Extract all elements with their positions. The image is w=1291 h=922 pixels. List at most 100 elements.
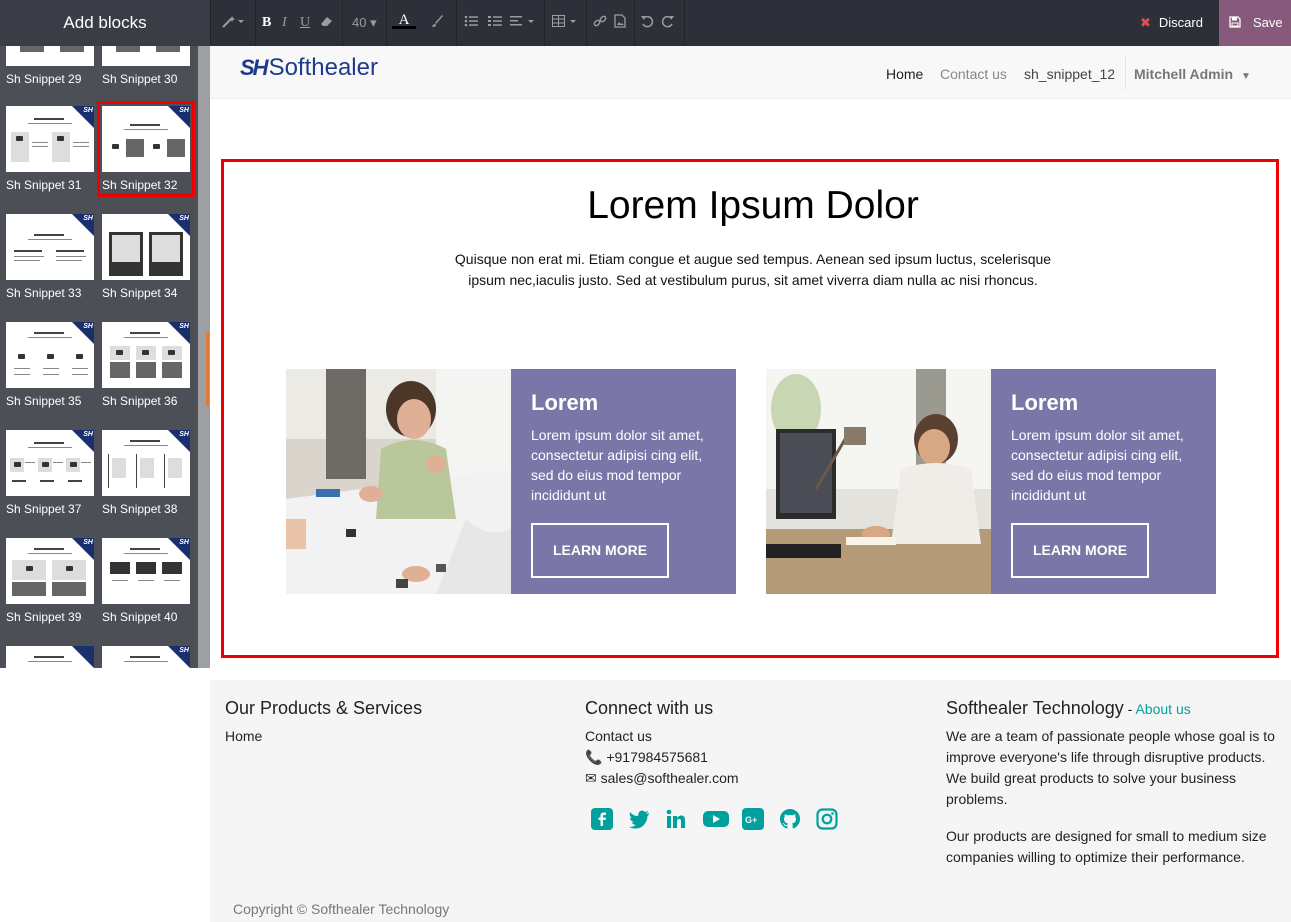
snippet-label: Sh Snippet 38 <box>102 502 178 516</box>
instagram-icon[interactable] <box>816 808 838 830</box>
snippet-label: Sh Snippet 34 <box>102 286 178 300</box>
nav-snippet-link[interactable]: sh_snippet_12 <box>1024 66 1115 82</box>
font-color-icon[interactable]: A <box>392 11 416 29</box>
envelope-icon: ✉ <box>585 770 597 786</box>
highlight-icon[interactable] <box>430 14 444 32</box>
site-logo[interactable]: SH Softhealer <box>240 54 378 82</box>
snippet-label: Sh Snippet 37 <box>6 502 82 516</box>
svg-text:G+: G+ <box>745 815 757 825</box>
footer-about-link[interactable]: About us <box>1135 701 1190 717</box>
snippet-label: Sh Snippet 40 <box>102 610 178 624</box>
blocks-sidebar: Add blocks Sh Snippet 29 Sh Snippet 30 S… <box>0 0 210 922</box>
snippet-thumbnail <box>102 46 190 66</box>
align-icon[interactable] <box>510 14 536 32</box>
table-icon[interactable] <box>552 14 578 32</box>
snippet-label: Sh Snippet 30 <box>102 72 178 86</box>
snippet-thumbnail: SH <box>6 430 94 496</box>
selected-snippet-block[interactable]: Lorem Ipsum Dolor Quisque non erat mi. E… <box>221 159 1279 658</box>
card-panel: Lorem Lorem ipsum dolor sit amet, consec… <box>511 369 736 594</box>
image-icon[interactable] <box>614 14 626 32</box>
snippet-thumbnail: SH <box>6 322 94 388</box>
snippet-label: Sh Snippet 31 <box>6 178 82 192</box>
snippet-item[interactable]: Sh Snippet 29 <box>6 46 94 86</box>
snippet-item-selected[interactable]: SH Sh Snippet 32 <box>97 101 195 197</box>
snippet-item[interactable]: SH Sh Snippet 37 <box>6 430 94 516</box>
footer-products-title: Our Products & Services <box>225 698 423 718</box>
card-text[interactable]: Lorem ipsum dolor sit amet, consectetur … <box>1011 425 1196 505</box>
snippet-thumbnail <box>6 46 94 66</box>
card-title[interactable]: Lorem <box>1011 390 1196 416</box>
snippet-item[interactable]: Sh Snippet 30 <box>102 46 190 86</box>
snippet-description[interactable]: Quisque non erat mi. Etiam congue et aug… <box>444 249 1062 291</box>
snippet-thumbnail: SH <box>6 106 94 172</box>
footer-about-text: We are a team of passionate people whose… <box>946 728 1275 807</box>
font-size-dropdown[interactable]: 40 ▾ <box>352 14 377 32</box>
card-image-meeting[interactable] <box>286 369 511 594</box>
logo-text: Softhealer <box>268 54 378 81</box>
snippet-label: Sh Snippet 33 <box>6 286 82 300</box>
learn-more-button[interactable]: LEARN MORE <box>531 523 669 578</box>
linkedin-icon[interactable] <box>665 808 687 830</box>
snippet-item[interactable]: SH Sh Snippet 38 <box>102 430 190 516</box>
snippet-item[interactable]: SH Sh Snippet 31 <box>6 106 94 192</box>
snippet-item[interactable]: SH Sh Snippet 39 <box>6 538 94 624</box>
copyright: Copyright © Softhealer Technology <box>233 901 450 917</box>
site-navbar: SH Softhealer Home Contact us sh_snippet… <box>210 46 1291 99</box>
snippet-thumbnail: SH <box>102 430 190 496</box>
snippet-thumbnail <box>6 646 94 668</box>
google-plus-icon[interactable]: G+ <box>742 808 764 830</box>
facebook-icon[interactable] <box>591 808 613 830</box>
footer-email[interactable]: ✉ sales@softhealer.com <box>585 768 739 789</box>
link-icon[interactable] <box>593 14 607 32</box>
close-icon: ✖ <box>1140 15 1151 30</box>
bold-icon[interactable]: B <box>262 14 271 32</box>
footer-connect-title: Connect with us <box>585 698 714 718</box>
phone-icon: 📞 <box>585 749 603 765</box>
snippet-item[interactable]: SH Sh Snippet 35 <box>6 322 94 408</box>
italic-icon[interactable]: I <box>282 14 287 32</box>
nav-contact-link[interactable]: Contact us <box>940 66 1007 82</box>
numbered-list-icon[interactable] <box>488 14 502 32</box>
learn-more-button[interactable]: LEARN MORE <box>1011 523 1149 578</box>
footer-company-title: Softhealer Technology - About us <box>946 698 1191 718</box>
github-icon[interactable] <box>779 808 801 830</box>
snippet-item[interactable] <box>6 646 94 668</box>
card-title[interactable]: Lorem <box>531 390 716 416</box>
card-text[interactable]: Lorem ipsum dolor sit amet, consectetur … <box>531 425 716 505</box>
snippet-thumbnail: SH <box>102 322 190 388</box>
footer-products-text: Our products are designed for small to m… <box>946 828 1267 865</box>
snippet-item[interactable]: SH <box>102 646 190 668</box>
discard-button[interactable]: ✖ Discard <box>1128 0 1219 46</box>
card: Lorem Lorem ipsum dolor sit amet, consec… <box>286 369 736 594</box>
nav-home-link[interactable]: Home <box>886 66 923 82</box>
snippet-label: Sh Snippet 35 <box>6 394 82 408</box>
footer-home-link[interactable]: Home <box>225 726 262 747</box>
card-panel: Lorem Lorem ipsum dolor sit amet, consec… <box>991 369 1216 594</box>
snippet-list[interactable]: Sh Snippet 29 Sh Snippet 30 SH Sh Snippe… <box>0 46 198 668</box>
snippet-thumbnail: SH <box>6 538 94 604</box>
caret-down-icon: ▼ <box>1240 71 1251 82</box>
snippet-item[interactable]: SH Sh Snippet 33 <box>6 214 94 300</box>
save-button[interactable]: Save <box>1219 0 1291 46</box>
snippet-item[interactable]: SH Sh Snippet 36 <box>102 322 190 408</box>
snippet-title[interactable]: Lorem Ipsum Dolor <box>224 184 1282 228</box>
snippet-thumbnail: SH <box>102 646 190 668</box>
eraser-icon[interactable] <box>320 14 334 32</box>
youtube-icon[interactable] <box>703 808 729 830</box>
footer-contact-link[interactable]: Contact us <box>585 726 652 747</box>
magic-wand-icon[interactable] <box>222 14 244 32</box>
snippet-label: Sh Snippet 39 <box>6 610 82 624</box>
snippet-thumbnail: SH <box>6 214 94 280</box>
snippet-item[interactable]: SH Sh Snippet 40 <box>102 538 190 624</box>
sidebar-scroll-thumb[interactable] <box>206 332 209 406</box>
bullet-list-icon[interactable] <box>464 14 478 32</box>
snippet-item[interactable]: SH Sh Snippet 34 <box>102 214 190 300</box>
underline-icon[interactable]: U <box>300 14 310 32</box>
undo-icon[interactable] <box>640 14 654 32</box>
card-image-office[interactable] <box>766 369 991 594</box>
twitter-icon[interactable] <box>628 808 650 830</box>
user-menu[interactable]: Mitchell Admin ▼ <box>1134 66 1251 82</box>
snippet-label: Sh Snippet 32 <box>102 178 178 192</box>
redo-icon[interactable] <box>661 14 675 32</box>
footer-phone: 📞 +917984575681 <box>585 749 708 765</box>
